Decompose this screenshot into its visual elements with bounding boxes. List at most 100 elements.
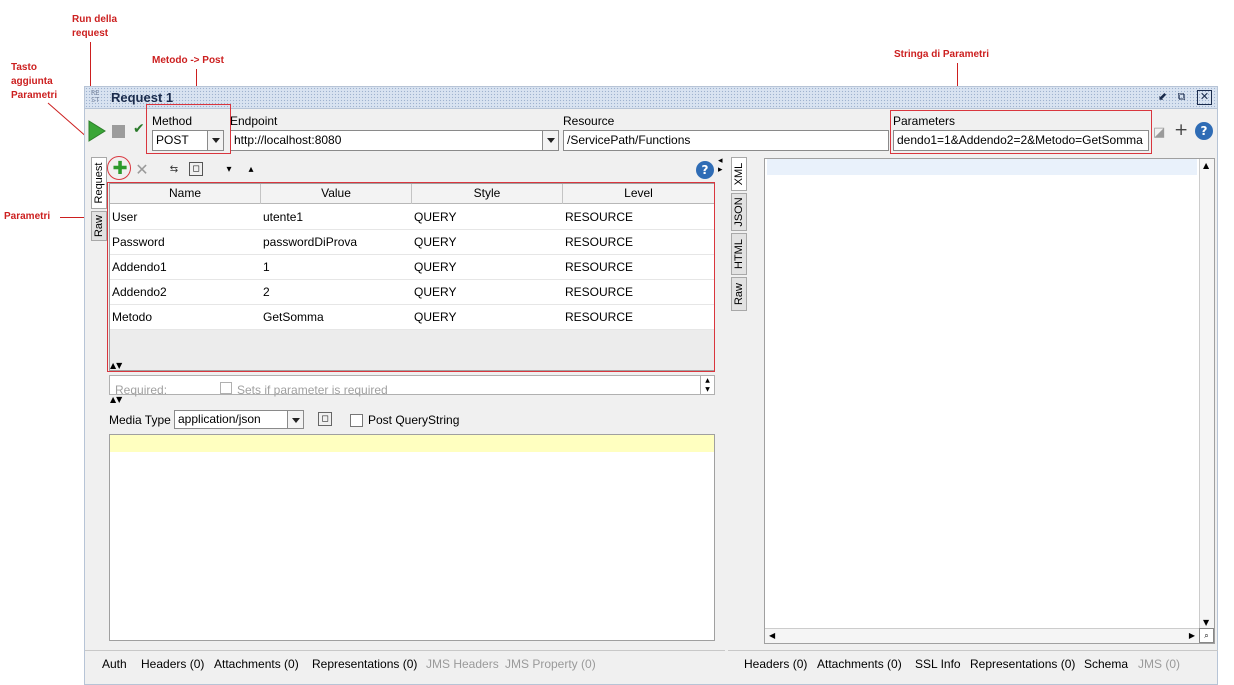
table-row[interactable]: Password passwordDiProva QUERY RESOURCE [110,230,714,255]
tab-auth[interactable]: Auth [102,657,127,671]
parameters-label: Parameters [893,114,956,128]
cell-value[interactable]: passwordDiProva [261,230,412,255]
cell-style[interactable]: QUERY [412,280,563,305]
tab-request-label: Request [93,162,105,204]
horizontal-scrollbar[interactable]: ◀ ▶ [765,628,1199,643]
cell-value[interactable]: GetSomma [261,305,412,330]
column-header-name[interactable]: Name [110,184,261,204]
column-header-level[interactable]: Level [563,184,714,204]
cell-level[interactable]: RESOURCE [563,230,714,255]
request-body-editor[interactable] [109,434,715,641]
add-icon[interactable]: + [1174,120,1188,140]
tab-raw-response[interactable]: Raw [731,277,747,311]
edit-parameters-icon[interactable]: ◪ [1153,125,1165,140]
column-header-value[interactable]: Value [261,184,412,204]
tab-ssl-info[interactable]: SSL Info [915,657,961,671]
tab-xml-label: XML [733,162,745,186]
tab-request[interactable]: Request [91,157,107,209]
cell-name[interactable]: User [110,205,261,230]
minimize-icon[interactable]: ⬋ [1155,90,1170,105]
run-request-icon[interactable] [85,119,107,143]
tab-jms[interactable]: JMS (0) [1138,657,1180,671]
window-title: Request 1 [111,90,174,105]
cell-value[interactable]: utente1 [261,205,412,230]
cell-value[interactable]: 2 [261,280,412,305]
tab-raw-response-label: Raw [733,282,745,306]
tab-representations[interactable]: Representations (0) [312,657,417,671]
splitter-toggle-icon[interactable]: ▲▼ [110,362,122,370]
table-row[interactable]: User utente1 QUERY RESOURCE [110,205,714,230]
endpoint-combo[interactable]: http://localhost:8080 [230,130,559,151]
extract-parameters-icon[interactable]: ⇆ [165,162,183,178]
annotation-method: Metodo -> Post [152,55,224,66]
cell-style[interactable]: QUERY [412,305,563,330]
tab-attachments[interactable]: Attachments (0) [214,657,299,671]
scroll-right-icon[interactable]: ▶ [1189,631,1195,640]
parameters-table: Name Value Style Level User utente1 QUER… [109,183,715,371]
editor-current-line [110,435,714,452]
tab-html[interactable]: HTML [731,233,747,275]
tab-headers[interactable]: Headers (0) [141,657,204,671]
column-header-style[interactable]: Style [412,184,563,204]
cell-style[interactable]: QUERY [412,255,563,280]
tab-response-representations[interactable]: Representations (0) [970,657,1075,671]
panel-splitter[interactable]: ◂ ▸ [717,155,727,649]
cell-name[interactable]: Password [110,230,261,255]
rest-request-window: RE ST Request 1 ⬋ ⧉ ✕ ✔ Method POST Endpo… [84,86,1218,685]
table-row[interactable]: Addendo1 1 QUERY RESOURCE [110,255,714,280]
splitter-expand-icon[interactable]: ◂ ▸ [718,157,723,175]
zoom-icon[interactable]: ⌕ [1199,628,1214,643]
cell-level[interactable]: RESOURCE [563,280,714,305]
tab-jms-headers[interactable]: JMS Headers [426,657,499,671]
tab-response-headers[interactable]: Headers (0) [744,657,807,671]
cell-name[interactable]: Addendo2 [110,280,261,305]
annotation-params-table: Parametri [4,211,51,222]
method-select[interactable]: POST [152,130,224,151]
required-checkbox[interactable] [220,382,232,394]
media-type-select[interactable]: application/json [174,410,304,429]
chevron-down-icon[interactable] [207,131,223,150]
scroll-up-icon[interactable]: ▲ [1203,161,1209,170]
required-hint: Sets if parameter is required [237,383,388,397]
media-type-options-icon[interactable]: ◻ [318,412,332,426]
close-icon[interactable]: ✕ [1197,90,1212,105]
scroll-down-icon[interactable]: ▼ [1203,618,1209,627]
tab-xml[interactable]: XML [731,157,747,191]
post-querystring-checkbox[interactable] [350,414,363,427]
chevron-down-icon[interactable] [542,131,558,150]
endpoint-label: Endpoint [230,114,278,128]
tab-schema[interactable]: Schema [1084,657,1128,671]
stop-icon[interactable] [112,125,125,138]
cell-level[interactable]: RESOURCE [563,205,714,230]
tab-json[interactable]: JSON [731,193,747,231]
spinner-icon[interactable]: ▲ ▼ [700,376,714,394]
table-row[interactable]: Addendo2 2 QUERY RESOURCE [110,280,714,305]
move-up-icon[interactable]: ▴ [245,162,257,178]
cell-level[interactable]: RESOURCE [563,305,714,330]
add-parameter-icon[interactable]: ✚ [112,160,128,178]
cell-style[interactable]: QUERY [412,230,563,255]
splitter-toggle-icon[interactable]: ▲▼ [110,396,122,404]
cell-name[interactable]: Metodo [110,305,261,330]
resource-input[interactable]: /ServicePath/Functions [563,130,889,151]
detach-icon[interactable]: ⧉ [1174,90,1189,105]
help-icon[interactable]: ? [1195,122,1213,140]
cell-value[interactable]: 1 [261,255,412,280]
table-row[interactable]: Metodo GetSomma QUERY RESOURCE [110,305,714,330]
tab-response-attachments[interactable]: Attachments (0) [817,657,902,671]
parameters-input[interactable]: dendo1=1&Addendo2=2&Metodo=GetSomma [893,130,1149,151]
tab-jms-property[interactable]: JMS Property (0) [505,657,596,671]
cell-style[interactable]: QUERY [412,205,563,230]
response-editor[interactable]: ▲ ▼ ◀ ▶ ⌕ [764,158,1215,644]
remove-parameter-icon[interactable]: ✕ [134,162,150,178]
vertical-scrollbar[interactable]: ▲ ▼ [1199,159,1214,629]
cell-level[interactable]: RESOURCE [563,255,714,280]
tab-raw-request[interactable]: Raw [91,211,107,241]
create-testcase-icon[interactable]: ✔ [133,121,145,137]
help-params-icon[interactable]: ? [696,161,714,179]
cell-name[interactable]: Addendo1 [110,255,261,280]
scroll-left-icon[interactable]: ◀ [769,631,775,640]
chevron-down-icon[interactable] [287,411,303,428]
clear-parameters-icon[interactable]: ◻ [189,162,203,176]
move-down-icon[interactable]: ▾ [223,162,235,178]
